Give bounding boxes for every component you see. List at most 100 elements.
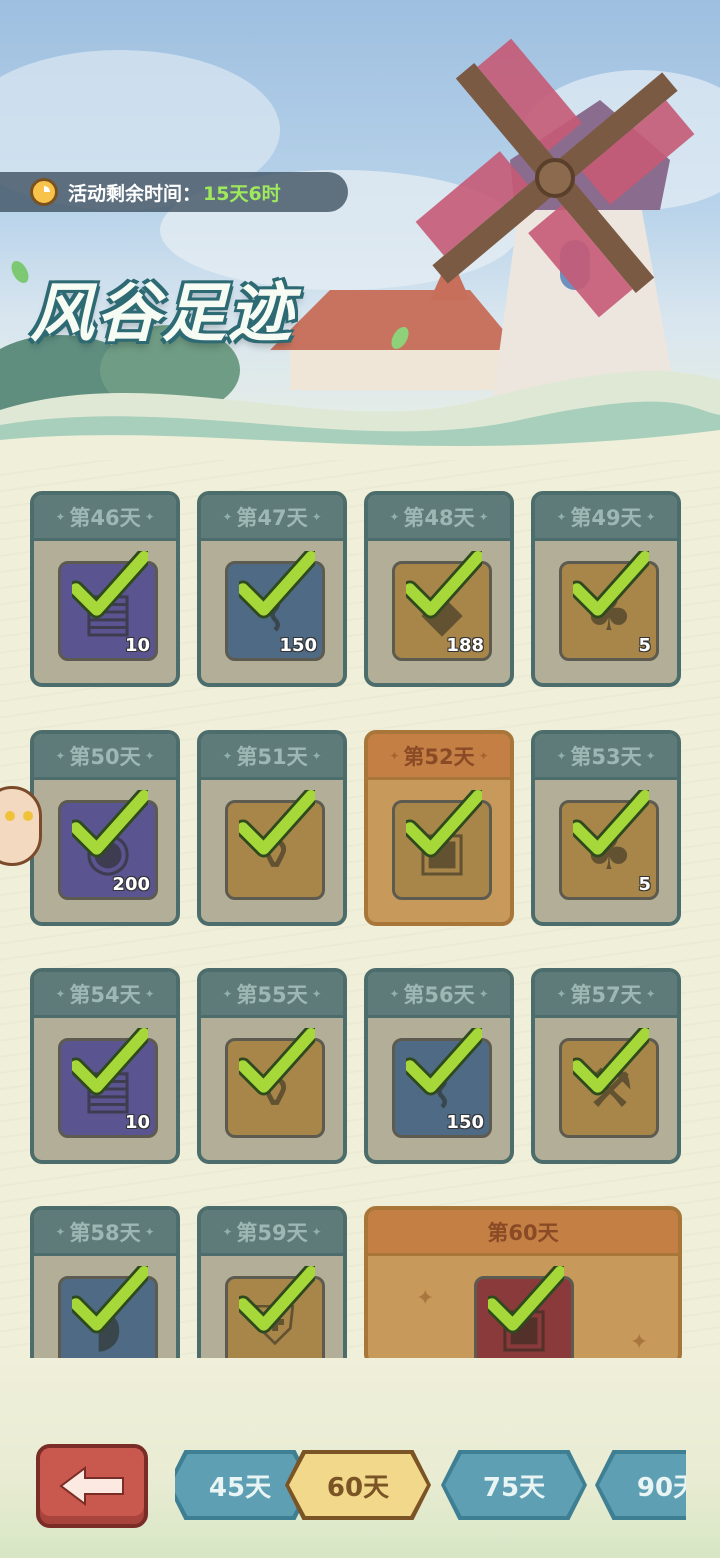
day-label: ✦ 第48天 ✦: [368, 495, 510, 541]
sparkle-icon: ✦: [630, 1330, 649, 1355]
day-card[interactable]: ✦ 第51天 ✦ ⚱: [197, 730, 347, 926]
day-label: ✦ 第52天 ✦: [368, 734, 510, 780]
day-label-text: 第60天: [487, 1220, 559, 1245]
day-label-text: 第52天: [403, 744, 475, 769]
back-button[interactable]: [36, 1444, 148, 1528]
day-label-text: 第57天: [570, 982, 642, 1007]
period-tabs: 45天60天75天90天: [175, 1450, 686, 1522]
day-label-text: 第58天: [69, 1220, 141, 1245]
sparkle-icon: ✦: [222, 1224, 233, 1239]
timer-label: 活动剩余时间：: [68, 182, 202, 205]
sparkle-icon: ✦: [55, 509, 66, 524]
tab-75天[interactable]: 75天: [445, 1454, 583, 1516]
day-label-text: 第48天: [403, 505, 475, 530]
sparkle-icon: ✦: [144, 748, 155, 763]
reward-quantity: 150: [279, 635, 317, 656]
day-card[interactable]: ✦ 第59天 ✦ ⛨: [197, 1206, 347, 1358]
day-card[interactable]: ✦ 第57天 ✦ ⚒: [531, 968, 681, 1164]
day-card[interactable]: ✦ 第49天 ✦ ♣ 5: [531, 491, 681, 687]
day-card[interactable]: ✦ 第55天 ✦ ⚱: [197, 968, 347, 1164]
sparkle-icon: ✦: [556, 509, 567, 524]
claimed-check-icon: [72, 1266, 148, 1334]
day-label: ✦ 第56天 ✦: [368, 972, 510, 1018]
day-label-text: 第46天: [69, 505, 141, 530]
arrow-left-icon: [59, 1466, 124, 1506]
reward-quantity: 200: [112, 874, 150, 895]
sparkle-icon: ✦: [389, 986, 400, 1001]
claimed-check-icon: [488, 1266, 564, 1334]
reward-quantity: 188: [446, 635, 484, 656]
sparkle-icon: ✦: [55, 1224, 66, 1239]
claimed-check-icon: [573, 790, 649, 858]
day-label-text: 第50天: [69, 744, 141, 769]
day-card[interactable]: ✦ 第53天 ✦ ♣ 5: [531, 730, 681, 926]
claimed-check-icon: [72, 790, 148, 858]
day-label: ✦ 第58天 ✦: [34, 1210, 176, 1256]
day-reward-grid[interactable]: ✦ 第46天 ✦ ▤ 10 ✦ 第47天 ✦ ⌇ 150 ✦ 第48天 ✦ ◆ 188 ✦ 第49天 ✦ ♣ 5 ✦ 第5…: [0, 460, 720, 1358]
sparkle-icon: ✦: [55, 986, 66, 1001]
day-card[interactable]: ✦ 第50天 ✦ ◉ 200: [30, 730, 180, 926]
day-label: ✦ 第54天 ✦: [34, 972, 176, 1018]
timer-value: 15天6时: [203, 182, 281, 205]
sparkle-icon: ✦: [645, 748, 656, 763]
reward-quantity: 5: [638, 874, 651, 895]
claimed-check-icon: [239, 551, 315, 619]
claimed-check-icon: [239, 1266, 315, 1334]
sparkle-icon: ✦: [389, 509, 400, 524]
day-card[interactable]: ✦ 第46天 ✦ ▤ 10: [30, 491, 180, 687]
sparkle-icon: ✦: [55, 748, 66, 763]
day-card[interactable]: ✦ 第58天 ✦ ◗: [30, 1206, 180, 1358]
sparkle-icon: ✦: [222, 509, 233, 524]
sparkle-icon: ✦: [645, 509, 656, 524]
day-card[interactable]: 第60天 ▣ ✦ ✦: [364, 1206, 682, 1358]
day-label: ✦ 第53天 ✦: [535, 734, 677, 780]
claimed-check-icon: [239, 1028, 315, 1096]
windmill-village-illustration: [0, 38, 720, 460]
sparkle-icon: ✦: [478, 986, 489, 1001]
day-card[interactable]: ✦ 第48天 ✦ ◆ 188: [364, 491, 514, 687]
event-timer: 活动剩余时间： 15天6时: [0, 172, 348, 212]
claimed-check-icon: [406, 1028, 482, 1096]
sparkle-icon: ✦: [478, 509, 489, 524]
day-label-text: 第54天: [69, 982, 141, 1007]
day-label: ✦ 第59天 ✦: [201, 1210, 343, 1256]
reward-quantity: 10: [124, 1112, 150, 1133]
day-label-text: 第56天: [403, 982, 475, 1007]
day-label-text: 第51天: [236, 744, 308, 769]
sparkle-icon: ✦: [556, 748, 567, 763]
sparkle-icon: ✦: [144, 509, 155, 524]
claimed-check-icon: [72, 1028, 148, 1096]
claimed-check-icon: [573, 1028, 649, 1096]
sparkle-icon: ✦: [311, 509, 322, 524]
day-card[interactable]: ✦ 第54天 ✦ ▤ 10: [30, 968, 180, 1164]
day-label: ✦ 第55天 ✦: [201, 972, 343, 1018]
sparkle-icon: ✦: [556, 986, 567, 1001]
day-label: ✦ 第49天 ✦: [535, 495, 677, 541]
sparkle-icon: ✦: [311, 1224, 322, 1239]
reward-quantity: 150: [446, 1112, 484, 1133]
sparkle-icon: ✦: [222, 986, 233, 1001]
tab-90天[interactable]: 90天: [599, 1454, 686, 1516]
sparkle-icon: ✦: [311, 986, 322, 1001]
day-card[interactable]: ✦ 第52天 ✦ ▣: [364, 730, 514, 926]
tab-60天[interactable]: 60天: [289, 1454, 427, 1516]
day-card[interactable]: ✦ 第47天 ✦ ⌇ 150: [197, 491, 347, 687]
sparkle-icon: ✦: [144, 986, 155, 1001]
day-card[interactable]: ✦ 第56天 ✦ ⌇ 150: [364, 968, 514, 1164]
day-label: ✦ 第46天 ✦: [34, 495, 176, 541]
mascot-avatar[interactable]: [0, 786, 42, 866]
day-label-text: 第49天: [570, 505, 642, 530]
sparkle-icon: ✦: [389, 748, 400, 763]
bottom-bar: 45天60天75天90天: [0, 1358, 720, 1558]
reward-quantity: 5: [638, 635, 651, 656]
claimed-check-icon: [406, 551, 482, 619]
sparkle-icon: ✦: [144, 1224, 155, 1239]
day-label-text: 第53天: [570, 744, 642, 769]
sparkle-icon: ✦: [416, 1286, 435, 1311]
event-title: 风谷足迹: [30, 277, 294, 351]
claimed-check-icon: [573, 551, 649, 619]
day-label: ✦ 第50天 ✦: [34, 734, 176, 780]
claimed-check-icon: [72, 551, 148, 619]
sparkle-icon: ✦: [311, 748, 322, 763]
day-label: 第60天: [368, 1210, 678, 1256]
